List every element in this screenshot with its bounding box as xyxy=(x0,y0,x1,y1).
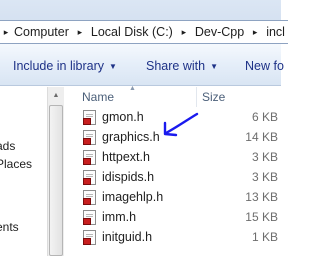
file-name: gmon.h xyxy=(102,110,144,124)
chevron-right-icon[interactable]: ▸ xyxy=(70,27,90,38)
chevron-right-icon[interactable]: ▸ xyxy=(174,27,194,38)
header-file-icon xyxy=(83,190,96,205)
scroll-thumb[interactable] xyxy=(49,105,63,256)
file-size: 15 KB xyxy=(245,210,278,224)
annotation-arrow-icon xyxy=(163,112,199,137)
breadcrumb-local-disk[interactable]: Local Disk (C:) xyxy=(90,25,174,39)
command-bar: Include in library ▼ Share with ▼ New fo xyxy=(0,44,284,86)
chevron-down-icon: ▼ xyxy=(210,62,218,71)
include-in-library-button[interactable]: Include in library ▼ xyxy=(13,59,117,73)
header-file-icon xyxy=(83,110,96,125)
column-divider[interactable] xyxy=(196,87,197,107)
file-size: 3 KB xyxy=(251,170,278,184)
file-row[interactable]: imagehlp.h 13 KB xyxy=(64,187,281,207)
file-name: graphics.h xyxy=(102,130,160,144)
column-header-row: ▲ Name Size xyxy=(64,85,281,107)
file-name: imagehlp.h xyxy=(102,190,164,204)
header-file-icon xyxy=(83,170,96,185)
file-size: 13 KB xyxy=(245,190,278,204)
chevron-down-icon: ▼ xyxy=(109,62,117,71)
include-in-library-label: Include in library xyxy=(13,59,105,73)
file-name: imm.h xyxy=(102,210,137,224)
nav-item-documents[interactable]: ents xyxy=(0,220,19,234)
header-file-icon xyxy=(83,130,96,145)
file-name: idispids.h xyxy=(102,170,155,184)
breadcrumb-computer[interactable]: Computer xyxy=(13,25,70,39)
file-row[interactable]: initguid.h 1 KB xyxy=(64,227,281,247)
column-name-header[interactable]: Name xyxy=(82,90,114,104)
nav-scrollbar[interactable]: ▲ xyxy=(47,87,64,256)
address-bar: ▸ Computer ▸ Local Disk (C:) ▸ Dev-Cpp ▸… xyxy=(0,0,288,44)
breadcrumb[interactable]: ▸ Computer ▸ Local Disk (C:) ▸ Dev-Cpp ▸… xyxy=(0,20,288,44)
sort-arrow-icon: ▲ xyxy=(129,85,136,92)
file-size: 1 KB xyxy=(251,230,278,244)
nav-item-downloads[interactable]: ads xyxy=(0,139,15,153)
breadcrumb-include[interactable]: incl xyxy=(265,25,286,39)
file-row[interactable]: httpext.h 3 KB xyxy=(64,147,281,167)
nav-item-recent-places[interactable]: Places xyxy=(0,157,32,171)
share-with-label: Share with xyxy=(146,59,206,73)
chevron-right-icon[interactable]: ▸ xyxy=(245,27,265,38)
file-row[interactable]: idispids.h 3 KB xyxy=(64,167,281,187)
chevron-right-icon[interactable]: ▸ xyxy=(0,27,13,38)
file-size: 14 KB xyxy=(245,130,278,144)
file-size: 6 KB xyxy=(251,110,278,124)
navigation-pane: ads Places ents xyxy=(0,87,47,256)
header-file-icon xyxy=(83,210,96,225)
share-with-button[interactable]: Share with ▼ xyxy=(146,59,218,73)
new-folder-button[interactable]: New fo xyxy=(245,59,284,73)
file-name: initguid.h xyxy=(102,230,153,244)
file-size: 3 KB xyxy=(251,150,278,164)
scroll-up-arrow-icon[interactable]: ▲ xyxy=(48,87,64,104)
breadcrumb-dev-cpp[interactable]: Dev-Cpp xyxy=(194,25,245,39)
column-size-header[interactable]: Size xyxy=(202,90,225,104)
new-folder-label: New fo xyxy=(245,59,284,73)
header-file-icon xyxy=(83,230,96,245)
file-row[interactable]: imm.h 15 KB xyxy=(64,207,281,227)
header-file-icon xyxy=(83,150,96,165)
file-name: httpext.h xyxy=(102,150,150,164)
